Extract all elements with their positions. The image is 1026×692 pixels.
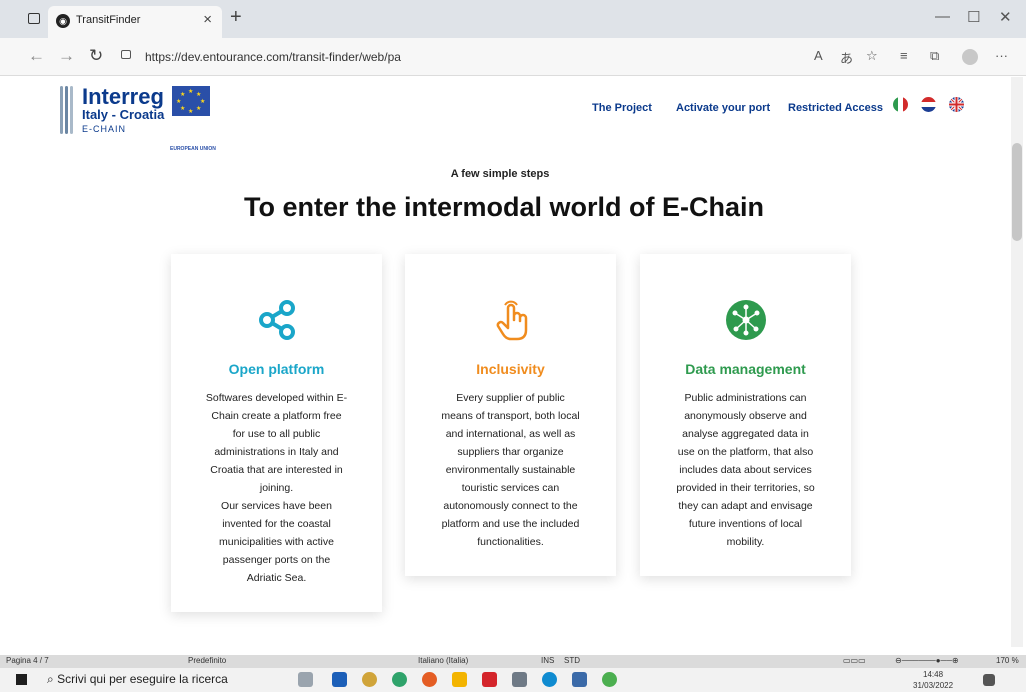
edge-icon[interactable] (542, 672, 557, 687)
italian-flag-icon[interactable] (893, 97, 908, 112)
tab-close-icon[interactable]: × (203, 11, 212, 28)
tab-actions-icon[interactable] (28, 13, 40, 24)
card-text: Public administrations can anonymously o… (676, 392, 815, 548)
address-bar-row: ← → ↻ https://dev.entourance.com/transit… (0, 38, 1026, 76)
maximize-icon[interactable]: ☐ (967, 8, 980, 26)
card-text: Every supplier of public means of transp… (441, 392, 580, 548)
notification-icon[interactable] (983, 674, 995, 686)
browser-tab[interactable]: ◉ TransitFinder × (48, 6, 222, 38)
acrobat-icon[interactable] (482, 672, 497, 687)
read-aloud-icon[interactable]: A (814, 48, 823, 63)
zoom-level[interactable]: 170 % (996, 656, 1019, 665)
app-icon[interactable] (602, 672, 617, 687)
calculator-icon[interactable] (572, 672, 587, 687)
eu-flag-icon: ★ ★ ★ ★ ★ ★ ★ ★ (172, 86, 210, 116)
more-options-icon[interactable]: ··· (995, 48, 1008, 63)
style-indicator: Predefinito (188, 656, 227, 665)
view-layout-icon[interactable]: ▭▭▭ (843, 656, 866, 665)
refresh-icon[interactable]: ↻ (89, 46, 103, 66)
file-explorer-icon[interactable] (452, 672, 467, 687)
share-icon (259, 300, 295, 340)
nav-the-project[interactable]: The Project (592, 102, 652, 114)
site-favicon-icon: ◉ (56, 14, 70, 28)
clock-date: 31/03/2022 (913, 681, 954, 690)
windows-taskbar: ⌕ Scrivi qui per eseguire la ricerca 14:… (0, 668, 1026, 692)
back-arrow-icon[interactable]: ← (28, 46, 45, 66)
network-icon (726, 300, 766, 340)
windows-start-icon[interactable] (16, 674, 27, 685)
favorite-star-icon[interactable]: ☆ (866, 48, 878, 64)
card-title: Inclusivity (476, 361, 545, 377)
nav-restricted-access[interactable]: Restricted Access (788, 102, 883, 114)
insert-mode-indicator[interactable]: INS (541, 656, 554, 665)
card-data-management: Data management Public administrations c… (640, 254, 851, 576)
card-inclusivity: Inclusivity Every supplier of public mea… (405, 254, 616, 576)
croatian-flag-icon[interactable] (921, 97, 936, 112)
address-input[interactable]: https://dev.entourance.com/transit-finde… (145, 50, 401, 64)
lock-icon[interactable] (121, 50, 131, 59)
card-title: Open platform (228, 361, 325, 377)
zoom-slider[interactable]: ⊖──────●──⊕ (895, 656, 959, 665)
window-close-icon[interactable]: ✕ (999, 8, 1012, 26)
nav-activate-port[interactable]: Activate your port (676, 102, 770, 114)
card-text: Softwares developed within E- Chain crea… (205, 392, 348, 584)
scrollbar-thumb[interactable] (1012, 143, 1022, 241)
uk-flag-icon[interactable] (949, 97, 964, 112)
firefox-icon[interactable] (422, 672, 437, 687)
system-clock[interactable]: 14:48 31/03/2022 (913, 669, 953, 691)
document-status-bar: Pagina 4 / 7 Predefinito Italiano (Itali… (0, 655, 1026, 668)
card-open-platform: Open platform Softwares developed within… (171, 254, 382, 612)
profile-avatar[interactable] (962, 49, 978, 65)
tab-title: TransitFinder (76, 14, 141, 26)
interreg-mark-icon (60, 86, 74, 134)
task-view-icon[interactable] (298, 672, 313, 687)
interreg-logo[interactable]: Interreg Italy - Croatia E-CHAIN ★ ★ ★ ★ ★ ★… (60, 84, 240, 154)
app-icon[interactable] (512, 672, 527, 687)
logo-sub-text: Italy - Croatia (82, 107, 165, 122)
browser-tab-bar: ◉ TransitFinder × + — ☐ ✕ (0, 0, 1026, 38)
page-scrollbar[interactable] (1011, 77, 1023, 647)
taskbar-search-input[interactable]: ⌕ Scrivi qui per eseguire la ricerca (47, 672, 228, 687)
language-indicator[interactable]: Italiano (Italia) (418, 656, 468, 665)
translate-icon[interactable]: あ (840, 48, 853, 67)
selection-mode-indicator[interactable]: STD (564, 656, 580, 665)
app-icon[interactable] (362, 672, 377, 687)
collections-icon[interactable]: ⧉ (930, 48, 939, 64)
section-headline: To enter the intermodal world of E-Chain (243, 192, 764, 222)
page-indicator: Pagina 4 / 7 (6, 656, 49, 665)
eu-caption: EUROPEAN UNION (170, 146, 216, 152)
app-icon[interactable] (332, 672, 347, 687)
favorites-list-icon[interactable]: ≡ (900, 48, 908, 63)
taskbar-search-text: Scrivi qui per eseguire la ricerca (57, 672, 228, 686)
minimize-icon[interactable]: — (935, 8, 950, 25)
new-tab-button[interactable]: + (230, 6, 242, 29)
clock-time: 14:48 (923, 670, 944, 679)
section-kicker: A few simple steps (450, 168, 550, 180)
card-title: Data management (685, 361, 806, 377)
hand-pointer-icon (496, 300, 528, 341)
chrome-icon[interactable] (392, 672, 407, 687)
logo-tagline: E-CHAIN (82, 124, 127, 134)
forward-arrow-icon[interactable]: → (58, 46, 75, 66)
